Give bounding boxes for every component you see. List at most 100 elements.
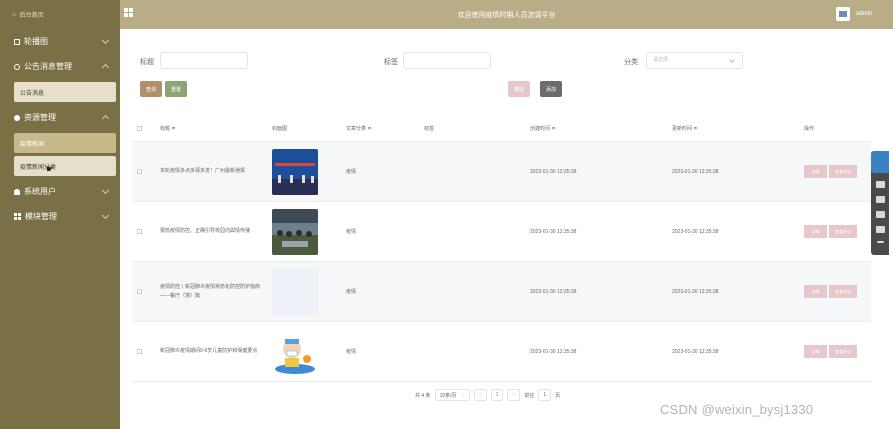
sidebar-item-label: 资源管理 [24,113,56,122]
chevron-down-icon [101,186,110,195]
delete-button[interactable]: 删除 [508,81,530,97]
row-checkbox[interactable] [137,322,142,381]
goto-page-input[interactable]: 1 [538,389,552,401]
user-name[interactable]: admin [856,11,872,17]
sidebar-item-label: 轮播图 [24,37,48,46]
row-checkbox[interactable] [137,202,142,261]
sidebar-item-label: 系统用户 [24,187,56,196]
sidebar-item-modules[interactable]: 模块管理 [0,204,120,229]
row-title: 新冠肺炎疫情期间0-6岁儿童防护和保健要点 [160,348,258,354]
col-tags: 标签 [424,125,435,132]
view-comments-button[interactable]: 查看评论 [829,345,857,358]
detail-button[interactable]: 详情 [804,345,827,358]
sidebar-item-carousel[interactable]: 轮播图 [0,29,120,54]
sidebar-subitem-announcement-list[interactable]: 公告消息 [14,82,116,102]
col-updated[interactable]: 更新时间 ≑ [672,115,698,141]
row-checkbox[interactable] [137,262,142,321]
row-created: 2023-01-30 12:35:38 [530,288,577,295]
row-checkbox[interactable] [137,142,142,201]
col-category[interactable]: 文章分类 ≑ [346,115,372,141]
grid-icon [14,213,21,220]
chevron-up-icon [101,63,110,72]
sidebar-subitem-epidemic-news[interactable]: 疫情新闻 [14,133,116,153]
row-category: 疫情 [346,349,357,355]
add-button[interactable]: 添加 [540,81,562,97]
avatar[interactable] [836,7,850,21]
select-all-checkbox[interactable] [137,115,142,141]
row-updated: 2023-01-30 12:35:38 [672,288,719,295]
row-created: 2023-01-30 12:35:38 [530,228,577,235]
query-button[interactable]: 查询 [140,81,162,97]
row-cover [272,142,318,201]
view-comments-button[interactable]: 查看评论 [829,225,857,238]
reset-button[interactable]: 重置 [165,81,187,97]
info-icon [14,63,20,70]
search-form: 标题 标签 分类 请选择 [120,51,871,71]
hand-cursor-icon: ☛ [46,163,55,174]
image-icon [14,38,20,45]
row-created: 2023-01-30 12:35:38 [530,348,577,355]
row-cover [272,202,318,261]
page-size-select[interactable]: 10条/页 ⌄ [434,389,470,401]
row-cover [272,262,318,321]
news-table: 标题 ≑ 封面图 文章分类 ≑ 标签 创建时间 ≑ 更新时间 ≑ 操作 本轮疫情… [132,115,871,382]
detail-button[interactable]: 详情 [804,285,827,298]
row-category: 疫情 [346,169,357,175]
sidebar-home-link[interactable]: ⌂ 后台首页 [0,0,120,29]
category-filter-label: 分类 [624,59,638,66]
chevron-down-icon [101,211,110,220]
col-title[interactable]: 标题 ≑ [160,115,176,141]
title-filter-label: 标题 [140,59,154,66]
cover-image [272,208,318,255]
sidebar-subitem-label: 公告消息 [20,90,45,97]
pen-icon[interactable] [876,241,884,243]
prev-page-button[interactable]: < [473,389,487,401]
table-header: 标题 ≑ 封面图 文章分类 ≑ 标签 创建时间 ≑ 更新时间 ≑ 操作 [132,115,871,142]
row-title: 狠抓疫情防控、正确引导校园内舆情传播 [160,228,251,234]
detail-button[interactable]: 详情 [804,225,827,238]
sidebar-item-resources[interactable]: 资源管理 [0,105,120,130]
col-ops: 操作 [804,125,815,132]
sidebar-item-system-users[interactable]: 系统用户 [0,179,120,204]
detail-button[interactable]: 详情 [804,165,827,178]
sidebar-item-label: 模块管理 [25,212,57,221]
row-created: 2023-01-30 12:35:38 [530,168,577,175]
pdf-icon[interactable] [875,211,885,218]
col-cover: 封面图 [272,125,288,132]
next-page-button[interactable]: > [507,389,521,401]
category-select[interactable]: 请选择 [646,52,743,69]
title-filter-input[interactable] [160,52,248,69]
view-comments-button[interactable]: 查看评论 [829,165,857,178]
sidebar-subitem-news-category[interactable]: 疫情新闻分类 ☛ [14,156,116,176]
camera-icon[interactable] [875,181,885,188]
cover-image [272,328,318,375]
current-page[interactable]: 1 [490,389,504,401]
total-count: 共 4 条 [415,392,431,399]
chevron-down-icon [101,36,110,45]
screen-icon[interactable] [875,196,885,203]
col-created[interactable]: 创建时间 ≑ [530,115,556,141]
video-icon[interactable] [875,226,885,233]
floating-toolbar [871,151,889,255]
row-title: 疫情防控丨新冠肺炎疫情常态化防控防护指南——餐厅（馆）篇 [160,283,261,299]
row-cover [272,322,318,381]
view-comments-button[interactable]: 查看评论 [829,285,857,298]
top-header: 欢迎使用疫情时期人员流调平台 admin [120,0,893,29]
row-updated: 2023-01-30 12:35:38 [672,228,719,235]
header-title: 欢迎使用疫情时期人员流调平台 [457,12,556,19]
row-updated: 2023-01-30 12:35:38 [672,168,719,175]
row-updated: 2023-01-30 12:35:38 [672,348,719,355]
sidebar-item-announcements[interactable]: 公告消息管理 [0,54,120,79]
sidebar-subitem-label: 疫情新闻 [20,141,45,148]
sidebar-item-label: 公告消息管理 [24,62,72,71]
row-title: 本轮疫情多点多源多发！广州最新通报 [160,168,246,174]
table-row: 新冠肺炎疫情期间0-6岁儿童防护和保健要点 疫情 2023-01-30 12:3… [132,322,871,382]
table-row: 疫情防控丨新冠肺炎疫情常态化防控防护指南——餐厅（馆）篇 疫情 2023-01-… [132,262,871,322]
page-suffix: 页 [555,392,561,399]
main-content: 标题 标签 分类 请选择 查询 重置 删除 添加 标题 ≑ 封面图 文章分类 ≑… [120,29,871,429]
tag-filter-input[interactable] [403,52,491,69]
cover-image [272,148,318,195]
sidebar: ⌂ 后台首页 轮播图 公告消息管理 公告消息 资源管理 疫情新闻 疫情新闻分类 … [0,0,120,429]
row-category: 疫情 [346,229,357,235]
share-icon[interactable] [871,151,889,173]
